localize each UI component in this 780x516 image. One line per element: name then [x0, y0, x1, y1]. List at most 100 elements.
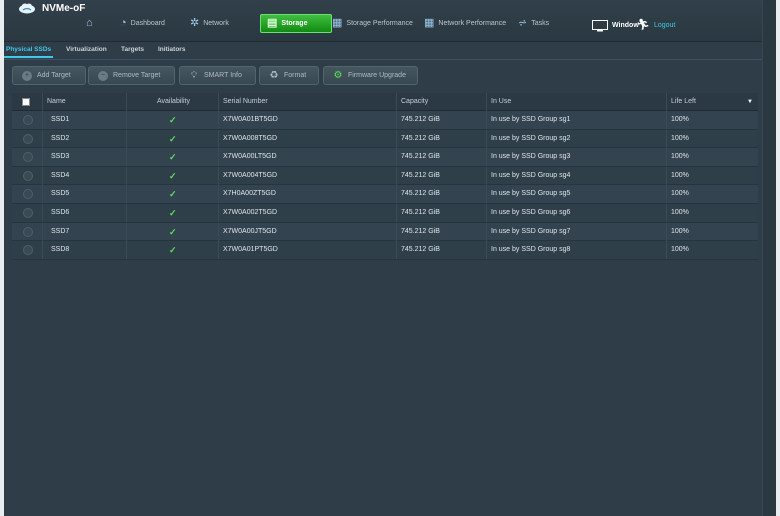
- table-body: SSD1 ✓ X7W0A01BT5GD 745.212 GiB In use by SS…: [12, 111, 758, 261]
- cell-text: X7W0A004T5GD: [223, 171, 278, 179]
- row-select-radio[interactable]: [23, 170, 33, 181]
- cell-text: X7W0A00JT5GD: [223, 227, 277, 235]
- cell-text: 745.212 GiB: [401, 134, 440, 142]
- cell-capacity: 745.212 GiB: [396, 111, 486, 129]
- logout-label: Logout: [653, 22, 676, 29]
- row-select-radio[interactable]: [23, 226, 33, 237]
- nav-tasks[interactable]: ⩫ Tasks: [518, 14, 549, 33]
- col-availability[interactable]: Availability: [126, 93, 218, 111]
- nav-storage[interactable]: ▤ Storage: [260, 14, 332, 33]
- remove-target-button[interactable]: − Remove Target: [88, 66, 175, 85]
- cell-life: 100%: [666, 129, 758, 148]
- tab-initiators[interactable]: Initiators: [158, 46, 185, 53]
- col-name[interactable]: Name: [42, 93, 126, 111]
- cell-text: 100%: [671, 190, 689, 198]
- cell-serial: X7W0A00LT5GD: [218, 148, 396, 167]
- cell-availability: ✓: [126, 148, 218, 167]
- row-select-radio[interactable]: [23, 189, 33, 200]
- cell-text: SSD7: [51, 227, 70, 235]
- table-row[interactable]: SSD5 ✓ X7H0A00ZT5GD 745.212 GiB In use by SS…: [12, 185, 758, 204]
- cell-text: SSD4: [51, 171, 70, 179]
- row-select-radio[interactable]: [23, 208, 33, 218]
- chart-icon: ▦: [424, 17, 435, 29]
- cell-text: 100%: [671, 246, 689, 254]
- main-nav: ⌂ ◔ Dashboard ✲ Network ▤ Storage ▦ Stor…: [4, 14, 776, 34]
- col-life-left[interactable]: Life Left ▼: [666, 93, 758, 111]
- available-check-icon: ✓: [169, 170, 177, 181]
- nav-network-performance[interactable]: ▦ Network Performance: [424, 14, 506, 33]
- tab-physical-ssds[interactable]: Physical SSDs: [4, 46, 54, 58]
- cell-text: SSD3: [51, 153, 70, 161]
- table-row[interactable]: SSD3 ✓ X7W0A00LT5GD 745.212 GiB In use by SS…: [12, 148, 758, 167]
- tab-virtualization[interactable]: Virtualization: [66, 46, 107, 53]
- cell-text: SSD8: [51, 246, 70, 254]
- table-row[interactable]: SSD6 ✓ X7W0A002T5GD 745.212 GiB In use by SS…: [12, 204, 758, 223]
- add-icon: +: [22, 70, 32, 81]
- monitor-icon: [592, 19, 608, 31]
- cell-text: 100%: [671, 171, 689, 179]
- tasks-icon: ⩫: [518, 17, 528, 29]
- table-row[interactable]: SSD4 ✓ X7W0A004T5GD 745.212 GiB In use by SS…: [12, 166, 758, 186]
- row-select-radio[interactable]: [23, 152, 33, 163]
- row-select-radio[interactable]: [23, 245, 33, 256]
- col-capacity[interactable]: Capacity: [396, 93, 486, 111]
- home-icon: ⌂: [86, 17, 93, 29]
- col-in-use[interactable]: In Use: [486, 93, 666, 111]
- cell-serial: X7H0A00ZT5GD: [218, 185, 396, 204]
- toolbar: + Add Target − Remove Target 💡︎ SMART In…: [4, 66, 776, 86]
- nav-storage-performance-label: Storage Performance: [346, 20, 413, 27]
- gear-upgrade-icon: ⚙︎: [333, 70, 343, 81]
- cell-name: SSD2: [42, 129, 126, 148]
- cell-in-use: In use by SSD Group sg4: [486, 166, 666, 185]
- col-serial[interactable]: Serial Number: [218, 93, 396, 111]
- table-row[interactable]: SSD7 ✓ X7W0A00JT5GD 745.212 GiB In use by SS…: [12, 222, 758, 242]
- firmware-upgrade-label: Firmware Upgrade: [348, 72, 406, 79]
- gauge-icon: ◔: [120, 17, 127, 29]
- cell-life: 100%: [666, 166, 758, 185]
- row-select-cell: [12, 130, 42, 148]
- cell-text: In use by SSD Group sg2: [491, 134, 571, 142]
- nav-home[interactable]: ⌂: [86, 14, 93, 33]
- nav-dashboard[interactable]: ◔ Dashboard: [120, 14, 165, 33]
- format-button[interactable]: ♻︎ Format: [259, 66, 319, 85]
- cell-life: 100%: [666, 185, 758, 204]
- cell-name: SSD8: [42, 241, 126, 260]
- table-row[interactable]: SSD2 ✓ X7W0A008T5GD 745.212 GiB In use by SS…: [12, 129, 758, 149]
- cell-text: SSD2: [51, 134, 70, 142]
- chart-icon: ▦: [332, 17, 343, 29]
- cell-text: X7W0A00LT5GD: [223, 153, 277, 161]
- logout-button[interactable]: 🏃︎ Logout: [636, 16, 675, 35]
- cell-serial: X7W0A01PT5GD: [218, 241, 396, 260]
- tab-targets[interactable]: Targets: [121, 46, 144, 53]
- network-icon: ✲: [190, 17, 200, 29]
- row-select-cell: [12, 111, 42, 129]
- nav-network[interactable]: ✲ Network: [190, 14, 229, 33]
- cell-availability: ✓: [126, 166, 218, 185]
- sub-tabs: Physical SSDs Virtualization Targets Ini…: [4, 42, 776, 60]
- smart-info-button[interactable]: 💡︎ SMART Info: [179, 66, 256, 85]
- window-button[interactable]: Window: [592, 16, 639, 35]
- cell-life: 100%: [666, 148, 758, 167]
- cell-text: SSD5: [51, 190, 70, 198]
- cell-text: X7W0A01BT5GD: [223, 116, 278, 123]
- add-target-button[interactable]: + Add Target: [12, 66, 86, 85]
- available-check-icon: ✓: [169, 226, 177, 237]
- row-select-radio[interactable]: [23, 115, 33, 125]
- nav-storage-performance[interactable]: ▦ Storage Performance: [332, 14, 413, 33]
- cell-availability: ✓: [126, 111, 218, 129]
- row-select-cell: [12, 223, 42, 241]
- vertical-scrollbar[interactable]: [762, 0, 776, 516]
- select-all-checkbox[interactable]: [22, 98, 30, 106]
- table-row[interactable]: SSD1 ✓ X7W0A01BT5GD 745.212 GiB In use by SS…: [12, 111, 758, 130]
- cell-text: 745.212 GiB: [401, 190, 440, 198]
- cell-life: 100%: [666, 241, 758, 260]
- firmware-upgrade-button[interactable]: ⚙︎ Firmware Upgrade: [323, 66, 418, 85]
- cell-name: SSD6: [42, 204, 126, 222]
- row-select-radio[interactable]: [23, 133, 33, 144]
- format-label: Format: [284, 72, 307, 79]
- available-check-icon: ✓: [169, 115, 177, 125]
- nav-dashboard-label: Dashboard: [130, 20, 165, 27]
- table-row[interactable]: SSD8 ✓ X7W0A01PT5GD 745.212 GiB In use by SS…: [12, 241, 758, 260]
- cell-name: SSD4: [42, 166, 126, 185]
- remove-target-label: Remove Target: [113, 72, 161, 79]
